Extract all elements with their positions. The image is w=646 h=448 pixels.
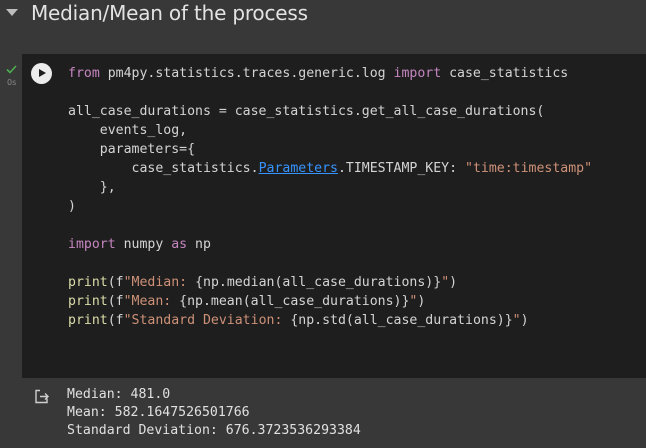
parameters-link[interactable]: Parameters xyxy=(259,161,338,176)
check-icon xyxy=(6,65,17,74)
code-line: print(f"Median: {np.median(all_case_dura… xyxy=(68,275,458,290)
code-line: }, xyxy=(68,180,116,195)
execution-time: 0s xyxy=(7,78,17,87)
output-icon[interactable] xyxy=(34,389,50,404)
code-line: import numpy as np xyxy=(68,237,211,252)
code-cell[interactable]: 0s from pm4py.statistics.traces.generic.… xyxy=(0,54,646,378)
code-line: all_case_durations = case_statistics.get… xyxy=(68,104,545,119)
play-icon xyxy=(39,69,46,77)
code-line: events_log, xyxy=(68,123,188,138)
output-line: Standard Deviation: 676.3723536293384 xyxy=(67,423,361,438)
code-line: print(f"Standard Deviation: {np.std(all_… xyxy=(68,313,529,328)
output-line: Median: 481.0 xyxy=(67,387,171,402)
code-editor[interactable]: from pm4py.statistics.traces.generic.log… xyxy=(22,54,646,378)
cell-gutter: 0s xyxy=(0,54,22,378)
collapse-arrow-icon[interactable] xyxy=(6,9,18,16)
output-line: Mean: 582.1647526501766 xyxy=(67,405,250,420)
code-line: ) xyxy=(68,199,76,214)
code-line: parameters={ xyxy=(68,142,196,157)
run-cell-button[interactable] xyxy=(31,63,52,84)
code-line: case_statistics.Parameters.TIMESTAMP_KEY… xyxy=(68,161,593,176)
code-line: from pm4py.statistics.traces.generic.log… xyxy=(68,66,569,81)
section-title: Median/Mean of the process xyxy=(31,1,308,25)
section-header: Median/Mean of the process xyxy=(0,0,646,30)
code-line: print(f"Mean: {np.mean(all_case_duration… xyxy=(68,294,426,309)
cell-output: Median: 481.0 Mean: 582.1647526501766 St… xyxy=(22,378,646,448)
